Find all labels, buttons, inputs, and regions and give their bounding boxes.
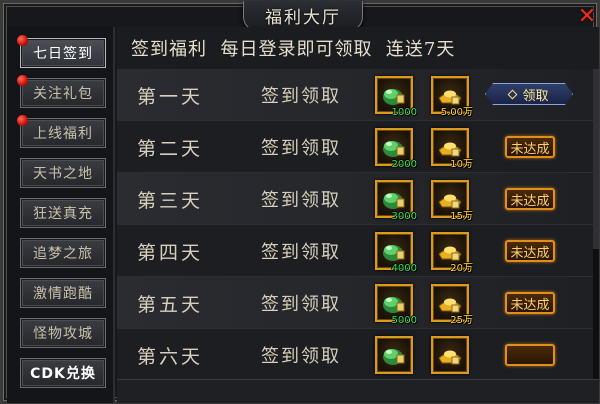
not-achieved-badge: 未达成 — [505, 188, 555, 210]
reward-item-slot[interactable]: 1000 — [375, 76, 417, 118]
reward-count: 3000 — [391, 211, 417, 222]
sidebar-item-label: 狂送真充 — [33, 206, 93, 222]
day-label: 第二天 — [137, 137, 204, 160]
reward-item-slot[interactable] — [431, 336, 469, 374]
claim-button-label: 领取 — [522, 88, 549, 104]
sidebar-item-label: 七日签到 — [33, 46, 93, 62]
not-achieved-badge: 未达成 — [505, 292, 555, 314]
sidebar-item-label: 怪物攻城 — [33, 326, 93, 342]
sidebar-item[interactable]: 关注礼包 — [17, 75, 106, 108]
reward-item-slot[interactable]: 15万 — [431, 180, 473, 222]
checkin-row: 第一天 签到领取 1000 5.00万 领取 — [117, 69, 593, 121]
sidebar-item-label: 关注礼包 — [33, 86, 93, 102]
sign-reward-label: 签到领取 — [261, 86, 341, 107]
checkin-list: 第一天 签到领取 1000 5.00万 领取 第二天 签到领取 2000 10万 未达成 第三天 签到… — [117, 69, 599, 379]
day-label: 第一天 — [137, 85, 204, 108]
sidebar-item[interactable]: 七日签到 — [17, 35, 106, 68]
reward-item-slot[interactable]: 25万 — [431, 284, 473, 326]
checkin-row: 第六天 签到领取 — [117, 329, 593, 379]
reward-count: 15万 — [450, 211, 473, 222]
reward-count: 25万 — [450, 315, 473, 326]
sidebar-item[interactable]: 追梦之旅 — [20, 238, 106, 268]
reward-count: 5000 — [391, 315, 417, 326]
sign-reward-label: 签到领取 — [261, 294, 341, 315]
not-achieved-badge: 未达成 — [505, 136, 555, 158]
page-title: 签到福利 每日登录即可领取 连送7天 — [131, 39, 456, 60]
reward-count: 10万 — [450, 159, 473, 170]
reward-count: 2000 — [391, 159, 417, 170]
reward-count: 1000 — [391, 107, 417, 118]
close-button[interactable]: ✕ — [575, 4, 599, 29]
notification-dot-icon — [17, 75, 28, 86]
sidebar-item[interactable]: 激情跑酷 — [20, 278, 106, 308]
notification-dot-icon — [17, 115, 28, 126]
reward-item-slot[interactable]: 10万 — [431, 128, 473, 170]
reward-item-slot[interactable]: 4000 — [375, 232, 417, 274]
sidebar-item[interactable]: 狂送真充 — [20, 198, 106, 228]
claim-button[interactable]: 领取 — [485, 83, 573, 105]
welfare-window: 福利大厅 ✕ 七日签到 关注礼包 上线福利 天书之地 狂送真充 追梦之旅 激情跑酷 怪物攻城 C… — [0, 0, 600, 404]
sign-reward-label: 签到领取 — [261, 138, 341, 159]
sidebar-item[interactable]: 天书之地 — [20, 158, 106, 188]
checkin-row: 第三天 签到领取 3000 15万 未达成 — [117, 173, 593, 225]
reward-item-slot[interactable]: 20万 — [431, 232, 473, 274]
day-label: 第六天 — [137, 345, 204, 368]
sidebar-item[interactable]: 上线福利 — [17, 115, 106, 148]
scrollbar[interactable] — [593, 69, 599, 379]
reward-count: 5.00万 — [440, 107, 473, 118]
sidebar-item-label: 追梦之旅 — [33, 246, 93, 262]
day-label: 第五天 — [137, 293, 204, 316]
sidebar-item[interactable]: CDK兑换 — [20, 358, 106, 388]
notification-dot-icon — [17, 35, 28, 46]
checkin-row: 第四天 签到领取 4000 20万 未达成 — [117, 225, 593, 277]
sidebar-item-label: 天书之地 — [33, 166, 93, 182]
day-label: 第三天 — [137, 189, 204, 212]
sidebar-item-label: 上线福利 — [33, 126, 93, 142]
checkin-row: 第五天 签到领取 5000 25万 未达成 — [117, 277, 593, 329]
diamond-icon — [508, 89, 518, 99]
sign-reward-label: 签到领取 — [261, 346, 341, 367]
reward-count: 20万 — [450, 263, 473, 274]
reward-item-slot[interactable]: 3000 — [375, 180, 417, 222]
bottom-bar — [117, 379, 599, 403]
not-achieved-badge: 未达成 — [505, 240, 555, 262]
reward-item-slot[interactable]: 2000 — [375, 128, 417, 170]
reward-count: 4000 — [391, 263, 417, 274]
day-label: 第四天 — [137, 241, 204, 264]
main-panel: 签到福利 每日登录即可领取 连送7天 第一天 签到领取 1000 5.00万 领取 第二天… — [117, 27, 599, 403]
reward-item-slot[interactable]: 5.00万 — [431, 76, 473, 118]
sidebar-item-label: CDK兑换 — [30, 366, 96, 382]
sidebar: 七日签到关注礼包上线福利天书之地狂送真充追梦之旅激情跑酷怪物攻城 CDK兑换 — [7, 27, 115, 403]
checkin-row: 第二天 签到领取 2000 10万 未达成 — [117, 121, 593, 173]
reward-item-slot[interactable] — [375, 336, 413, 374]
sign-reward-label: 签到领取 — [261, 190, 341, 211]
sign-reward-label: 签到领取 — [261, 242, 341, 263]
scrollbar-thumb[interactable] — [593, 69, 599, 249]
reward-item-slot[interactable]: 5000 — [375, 284, 417, 326]
sidebar-item[interactable]: 怪物攻城 — [20, 318, 106, 348]
not-achieved-badge — [505, 344, 555, 366]
sidebar-item-label: 激情跑酷 — [33, 286, 93, 302]
